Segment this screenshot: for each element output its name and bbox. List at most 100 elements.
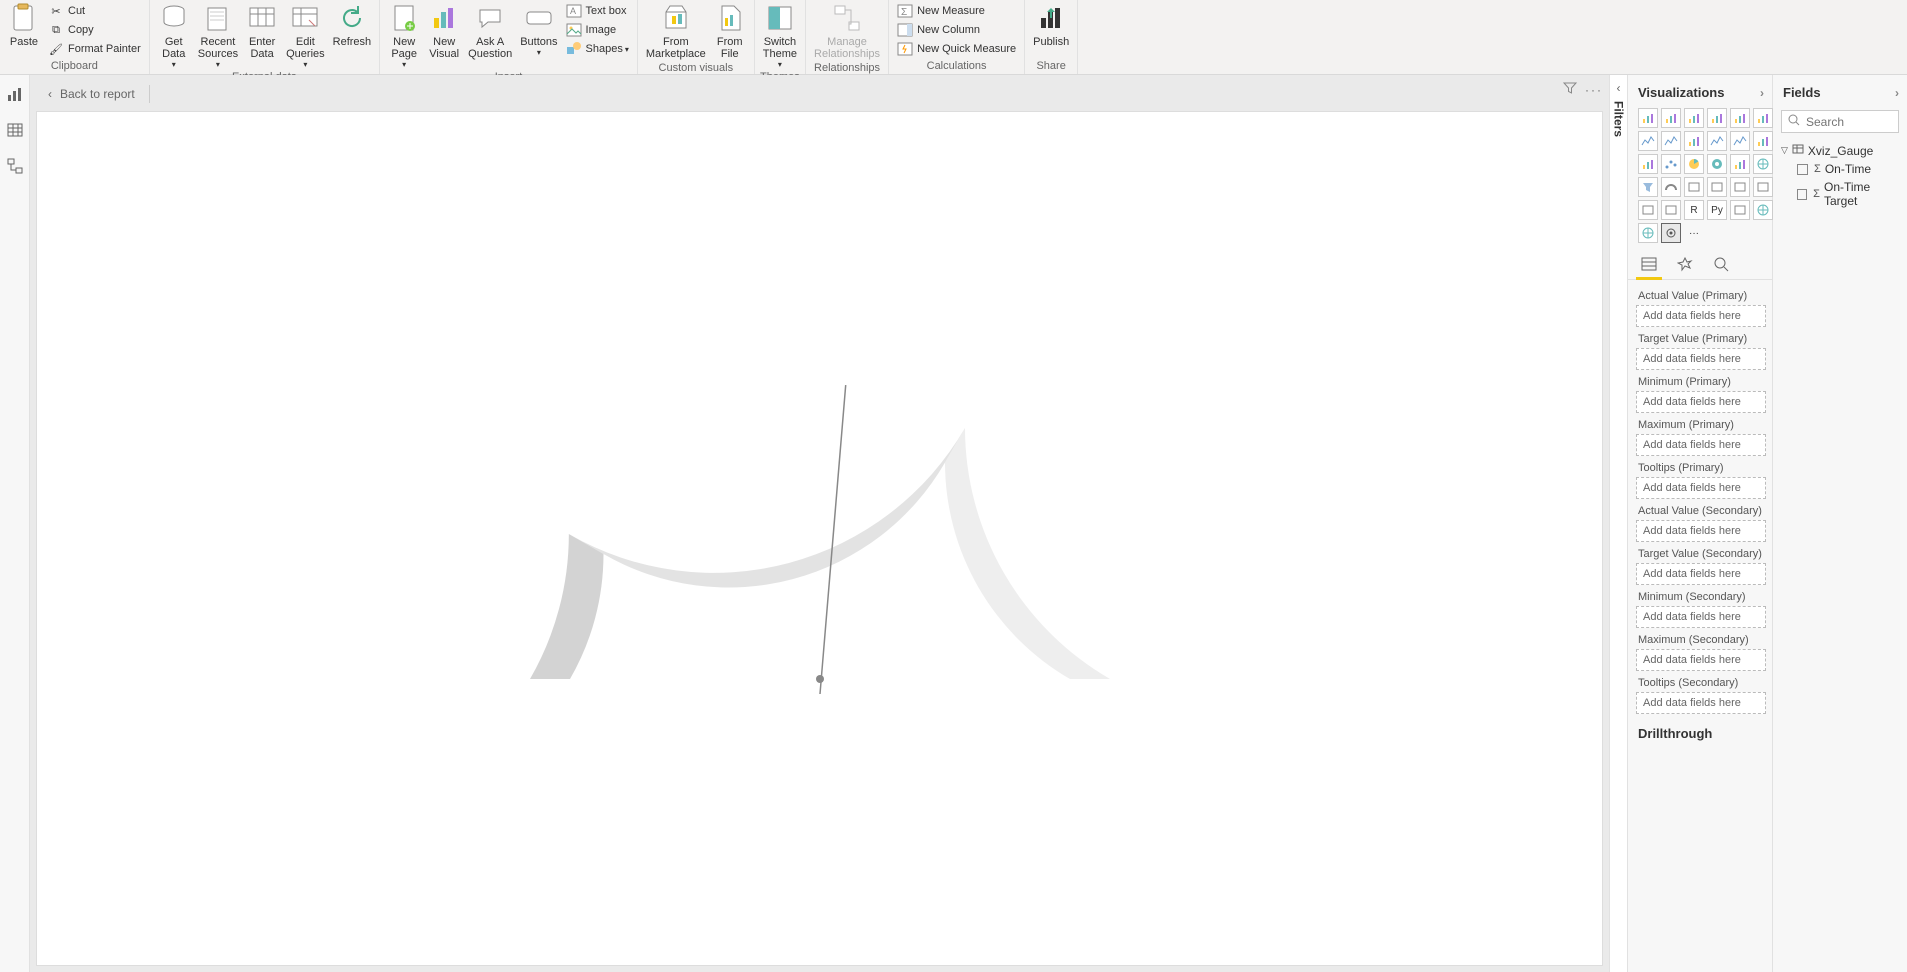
text-box-button[interactable]: A Text box (562, 2, 633, 20)
collapse-fields-icon[interactable]: › (1895, 86, 1899, 100)
data-view-button[interactable] (6, 121, 24, 139)
viz-icon-bar-v[interactable] (1661, 108, 1681, 128)
viz-icon-bar-stack[interactable] (1684, 108, 1704, 128)
more-options-icon[interactable]: ··· (1585, 83, 1603, 97)
viz-icon-py[interactable]: Py (1707, 200, 1727, 220)
switch-theme-button[interactable]: Switch Theme ▾ (759, 0, 801, 71)
well-label-1: Target Value (Primary) (1636, 329, 1766, 348)
gauge-visual[interactable] (500, 369, 1140, 709)
well-label-8: Maximum (Secondary) (1636, 630, 1766, 649)
viz-icon-table[interactable] (1638, 200, 1658, 220)
viz-icon-line-col2[interactable] (1730, 131, 1750, 151)
field-column-1[interactable]: ΣOn-Time Target (1781, 178, 1899, 210)
back-to-report-link[interactable]: Back to report (60, 87, 135, 101)
field-checkbox[interactable] (1797, 189, 1807, 200)
new-quick-measure-button[interactable]: New Quick Measure (893, 40, 1020, 58)
well-drop-5[interactable]: Add data fields here (1636, 520, 1766, 542)
viz-icon-map[interactable] (1753, 154, 1773, 174)
well-drop-9[interactable]: Add data fields here (1636, 692, 1766, 714)
well-drop-1[interactable]: Add data fields here (1636, 348, 1766, 370)
viz-icon-slicer[interactable] (1753, 177, 1773, 197)
new-measure-label: New Measure (917, 5, 985, 17)
viz-icon-card[interactable] (1684, 177, 1704, 197)
viz-icon-bar-100[interactable] (1730, 108, 1750, 128)
viz-icon-keyinf[interactable] (1730, 200, 1750, 220)
enter-data-button[interactable]: Enter Data (242, 0, 282, 62)
viz-icon-line[interactable] (1638, 131, 1658, 151)
edit-queries-label: Edit Queries (286, 36, 325, 60)
back-chevron-icon[interactable]: ‹ (48, 87, 52, 101)
fields-search[interactable] (1781, 110, 1899, 133)
viz-icon-arcgis[interactable] (1753, 200, 1773, 220)
viz-icon-matrix[interactable] (1661, 200, 1681, 220)
from-marketplace-button[interactable]: From Marketplace (642, 0, 710, 62)
well-drop-2[interactable]: Add data fields here (1636, 391, 1766, 413)
viz-icon-tree[interactable] (1730, 154, 1750, 174)
new-visual-button[interactable]: New Visual (424, 0, 464, 62)
new-page-button[interactable]: New Page ▾ (384, 0, 424, 71)
viz-icon-ribbon[interactable] (1753, 131, 1773, 151)
ask-question-button[interactable]: Ask A Question (464, 0, 516, 62)
expand-filters-icon[interactable]: ‹ (1617, 81, 1621, 95)
fields-table-row[interactable]: ▽ Xviz_Gauge (1781, 141, 1899, 160)
copy-button[interactable]: ⧉ Copy (44, 21, 145, 39)
buttons-label: Buttons (520, 36, 557, 48)
field-column-0[interactable]: ΣOn-Time (1781, 160, 1899, 178)
viz-icon-bar-clust[interactable] (1707, 108, 1727, 128)
buttons-button[interactable]: Buttons ▾ (516, 0, 561, 59)
well-drop-4[interactable]: Add data fields here (1636, 477, 1766, 499)
viz-icon-funnel[interactable] (1638, 177, 1658, 197)
refresh-label: Refresh (333, 36, 372, 48)
viz-icon-pie[interactable] (1684, 154, 1704, 174)
well-drop-3[interactable]: Add data fields here (1636, 434, 1766, 456)
filters-pane-collapsed[interactable]: ‹ Filters (1609, 75, 1627, 972)
model-view-button[interactable] (6, 157, 24, 175)
image-button[interactable]: Image (562, 21, 633, 39)
viz-icon-area[interactable] (1661, 131, 1681, 151)
report-canvas[interactable] (36, 111, 1603, 966)
viz-icon-column[interactable] (1753, 108, 1773, 128)
report-view-button[interactable] (6, 85, 24, 103)
viz-icon-custom[interactable] (1661, 223, 1681, 243)
copy-label: Copy (68, 24, 94, 36)
left-nav (0, 75, 30, 972)
from-file-button[interactable]: From File (710, 0, 750, 62)
viz-icon-r[interactable]: R (1684, 200, 1704, 220)
manage-relationships-button[interactable]: Manage Relationships (810, 0, 884, 62)
get-data-button[interactable]: Get Data ▾ (154, 0, 194, 71)
viz-icon-bar-h[interactable] (1638, 108, 1658, 128)
format-tab[interactable] (1674, 253, 1696, 275)
new-measure-button[interactable]: Σ New Measure (893, 2, 1020, 20)
well-drop-6[interactable]: Add data fields here (1636, 563, 1766, 585)
viz-icon-line-col[interactable] (1707, 131, 1727, 151)
well-drop-0[interactable]: Add data fields here (1636, 305, 1766, 327)
cut-button[interactable]: ✂ Cut (44, 2, 145, 20)
filter-icon[interactable] (1563, 81, 1577, 98)
viz-icon-area-stack[interactable] (1684, 131, 1704, 151)
publish-button[interactable]: Publish (1029, 0, 1073, 50)
collapse-viz-icon[interactable]: › (1760, 86, 1764, 100)
edit-queries-button[interactable]: Edit Queries ▾ (282, 0, 329, 71)
get-data-icon (158, 2, 190, 34)
field-checkbox[interactable] (1797, 164, 1808, 175)
analytics-tab[interactable] (1710, 253, 1732, 275)
fields-tab[interactable] (1638, 253, 1660, 275)
viz-icon-gauge-std[interactable] (1661, 177, 1681, 197)
new-column-button[interactable]: New Column (893, 21, 1020, 39)
viz-icon-kpi[interactable] (1730, 177, 1750, 197)
fields-search-input[interactable] (1806, 115, 1907, 129)
shapes-button[interactable]: Shapes ▾ (562, 40, 633, 58)
viz-icon-waterfall[interactable] (1638, 154, 1658, 174)
viz-icon-donut[interactable] (1707, 154, 1727, 174)
viz-icon-multicard[interactable] (1707, 177, 1727, 197)
paste-button[interactable]: Paste (4, 0, 44, 50)
viz-icon-scatter[interactable] (1661, 154, 1681, 174)
viz-icon-globe[interactable] (1638, 223, 1658, 243)
viz-icon-more[interactable]: ··· (1684, 223, 1704, 243)
recent-sources-button[interactable]: Recent Sources ▾ (194, 0, 242, 71)
expand-table-icon: ▽ (1781, 145, 1788, 156)
format-painter-button[interactable]: 🖌 Format Painter (44, 40, 145, 58)
refresh-button[interactable]: Refresh (329, 0, 376, 50)
well-drop-7[interactable]: Add data fields here (1636, 606, 1766, 628)
well-drop-8[interactable]: Add data fields here (1636, 649, 1766, 671)
